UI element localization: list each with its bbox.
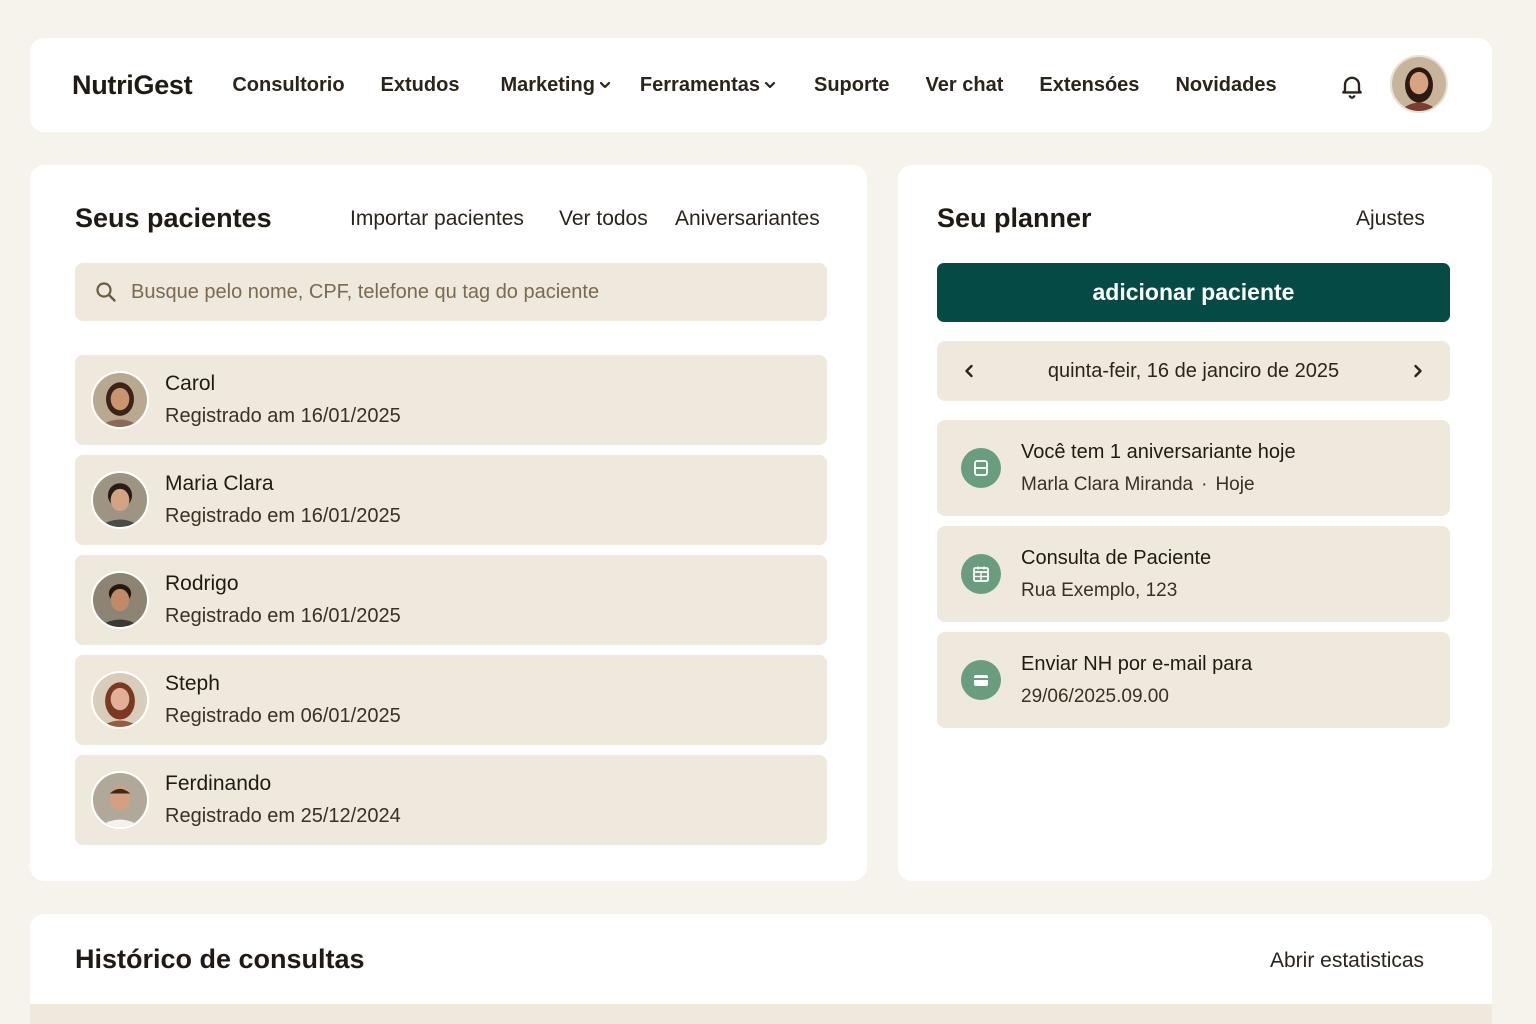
event-subtitle: 29/06/2025.09.00 xyxy=(1021,685,1169,707)
nav-item-label: Suporte xyxy=(813,73,890,96)
view-all-link[interactable]: Ver todos xyxy=(559,207,648,231)
import-patients-link[interactable]: Importar pacientes xyxy=(350,207,524,231)
avatar xyxy=(91,571,149,629)
patient-registered-date: Registrado em 06/01/2025 xyxy=(165,705,401,727)
card-icon xyxy=(961,448,1001,488)
nav-item-novidades[interactable]: Novidades xyxy=(1175,74,1276,97)
planner-panel: Seu planner Ajustes adicionar paciente q… xyxy=(898,165,1492,881)
event-subtitle: Rua Exemplo, 123 xyxy=(1021,579,1178,601)
top-navigation-bar: NutriGest Consultorio Extudos Marketing … xyxy=(30,38,1492,132)
patient-name: Carol xyxy=(165,372,216,395)
patient-name: Ferdinando xyxy=(165,772,272,795)
history-content-strip xyxy=(30,1004,1492,1024)
nav-item-extensoes[interactable]: Extensóes xyxy=(1039,74,1139,97)
brand-logo[interactable]: NutriGest xyxy=(72,70,193,101)
event-title: Enviar NH por e-mail para xyxy=(1021,652,1253,675)
chevron-down-icon xyxy=(764,81,776,89)
patient-registered-date: Registrado em 16/01/2025 xyxy=(165,505,401,527)
patient-registered-date: Registrado am 16/01/2025 xyxy=(165,405,401,427)
user-avatar-image xyxy=(1392,57,1446,111)
patient-registered-date: Registrado em 25/12/2024 xyxy=(165,805,401,827)
patient-search-bar xyxy=(75,263,827,321)
planner-settings-link[interactable]: Ajustes xyxy=(1356,207,1425,231)
nav-item-marketing[interactable]: Marketing xyxy=(500,74,611,97)
nav-item-label: Consultorio xyxy=(232,73,345,96)
search-input[interactable] xyxy=(131,280,811,304)
nav-item-extudos[interactable]: Extudos xyxy=(381,74,460,97)
history-title: Histórico de consultas xyxy=(75,944,365,974)
planner-events: Você tem 1 aniversariante hoje Marla Cla… xyxy=(937,420,1450,738)
birthdays-link[interactable]: Aniversariantes xyxy=(675,207,820,231)
date-navigator: quinta-feir, 16 de janciro de 2025 xyxy=(937,341,1450,401)
current-date: quinta-feir, 16 de janciro de 2025 xyxy=(1047,359,1340,382)
chevron-left-icon[interactable] xyxy=(959,361,979,381)
list-item[interactable]: Ferdinando Registrado em 25/12/2024 xyxy=(75,755,827,845)
patient-list: Carol Registrado am 16/01/2025 Maria Cla… xyxy=(75,355,827,855)
list-item[interactable]: Rodrigo Registrado em 16/01/2025 xyxy=(75,555,827,645)
avatar xyxy=(91,771,149,829)
event-person: Marla Clara Miranda xyxy=(1021,473,1194,495)
nav-item-label: Extudos xyxy=(380,73,460,96)
nav-item-label: Extensóes xyxy=(1039,73,1140,96)
nav-item-suporte[interactable]: Suporte xyxy=(814,74,890,97)
calendar-icon xyxy=(961,554,1001,594)
user-avatar[interactable] xyxy=(1390,55,1448,113)
nav-item-consultorio[interactable]: Consultorio xyxy=(232,74,344,97)
wallet-icon xyxy=(961,660,1001,700)
avatar xyxy=(91,671,149,729)
list-item[interactable]: Carol Registrado am 16/01/2025 xyxy=(75,355,827,445)
avatar xyxy=(91,371,149,429)
chevron-right-icon[interactable] xyxy=(1408,361,1428,381)
event-subtitle: Marla Clara Miranda · Hoje xyxy=(1021,473,1255,495)
patient-name: Rodrigo xyxy=(165,572,239,595)
nav-item-label: Marketing xyxy=(500,73,595,96)
planner-event-item[interactable]: Você tem 1 aniversariante hoje Marla Cla… xyxy=(937,420,1450,516)
patients-title: Seus pacientes xyxy=(75,203,272,233)
event-title: Consulta de Paciente xyxy=(1021,546,1212,569)
main-nav: Consultorio Extudos Marketing Ferramenta… xyxy=(232,74,1276,97)
nav-item-label: Ferramentas xyxy=(639,73,760,96)
planner-event-item[interactable]: Consulta de Paciente Rua Exemplo, 123 xyxy=(937,526,1450,622)
search-icon xyxy=(96,282,116,302)
open-stats-link[interactable]: Abrir estatisticas xyxy=(1270,949,1424,973)
chevron-down-icon xyxy=(599,81,611,89)
event-title: Você tem 1 aniversariante hoje xyxy=(1021,440,1296,463)
planner-event-item[interactable]: Enviar NH por e-mail para 29/06/2025.09.… xyxy=(937,632,1450,728)
nav-item-ver-chat[interactable]: Ver chat xyxy=(926,74,1004,97)
nav-item-label: Ver chat xyxy=(925,73,1004,96)
nav-item-label: Novidades xyxy=(1175,73,1277,96)
list-item[interactable]: Maria Clara Registrado em 16/01/2025 xyxy=(75,455,827,545)
patient-registered-date: Registrado em 16/01/2025 xyxy=(165,605,401,627)
event-when: Hoje xyxy=(1215,473,1255,495)
history-panel: Histórico de consultas Abrir estatistica… xyxy=(30,914,1492,1024)
list-item[interactable]: Steph Registrado em 06/01/2025 xyxy=(75,655,827,745)
nav-item-ferramentas[interactable]: Ferramentas xyxy=(640,74,777,97)
bell-icon[interactable] xyxy=(1338,72,1366,100)
patient-name: Maria Clara xyxy=(165,472,274,495)
avatar xyxy=(91,471,149,529)
patient-name: Steph xyxy=(165,672,220,695)
patients-panel: Seus pacientes Importar pacientes Ver to… xyxy=(30,165,867,881)
add-patient-button[interactable]: adicionar paciente xyxy=(937,263,1450,322)
planner-title: Seu planner xyxy=(937,203,1092,233)
